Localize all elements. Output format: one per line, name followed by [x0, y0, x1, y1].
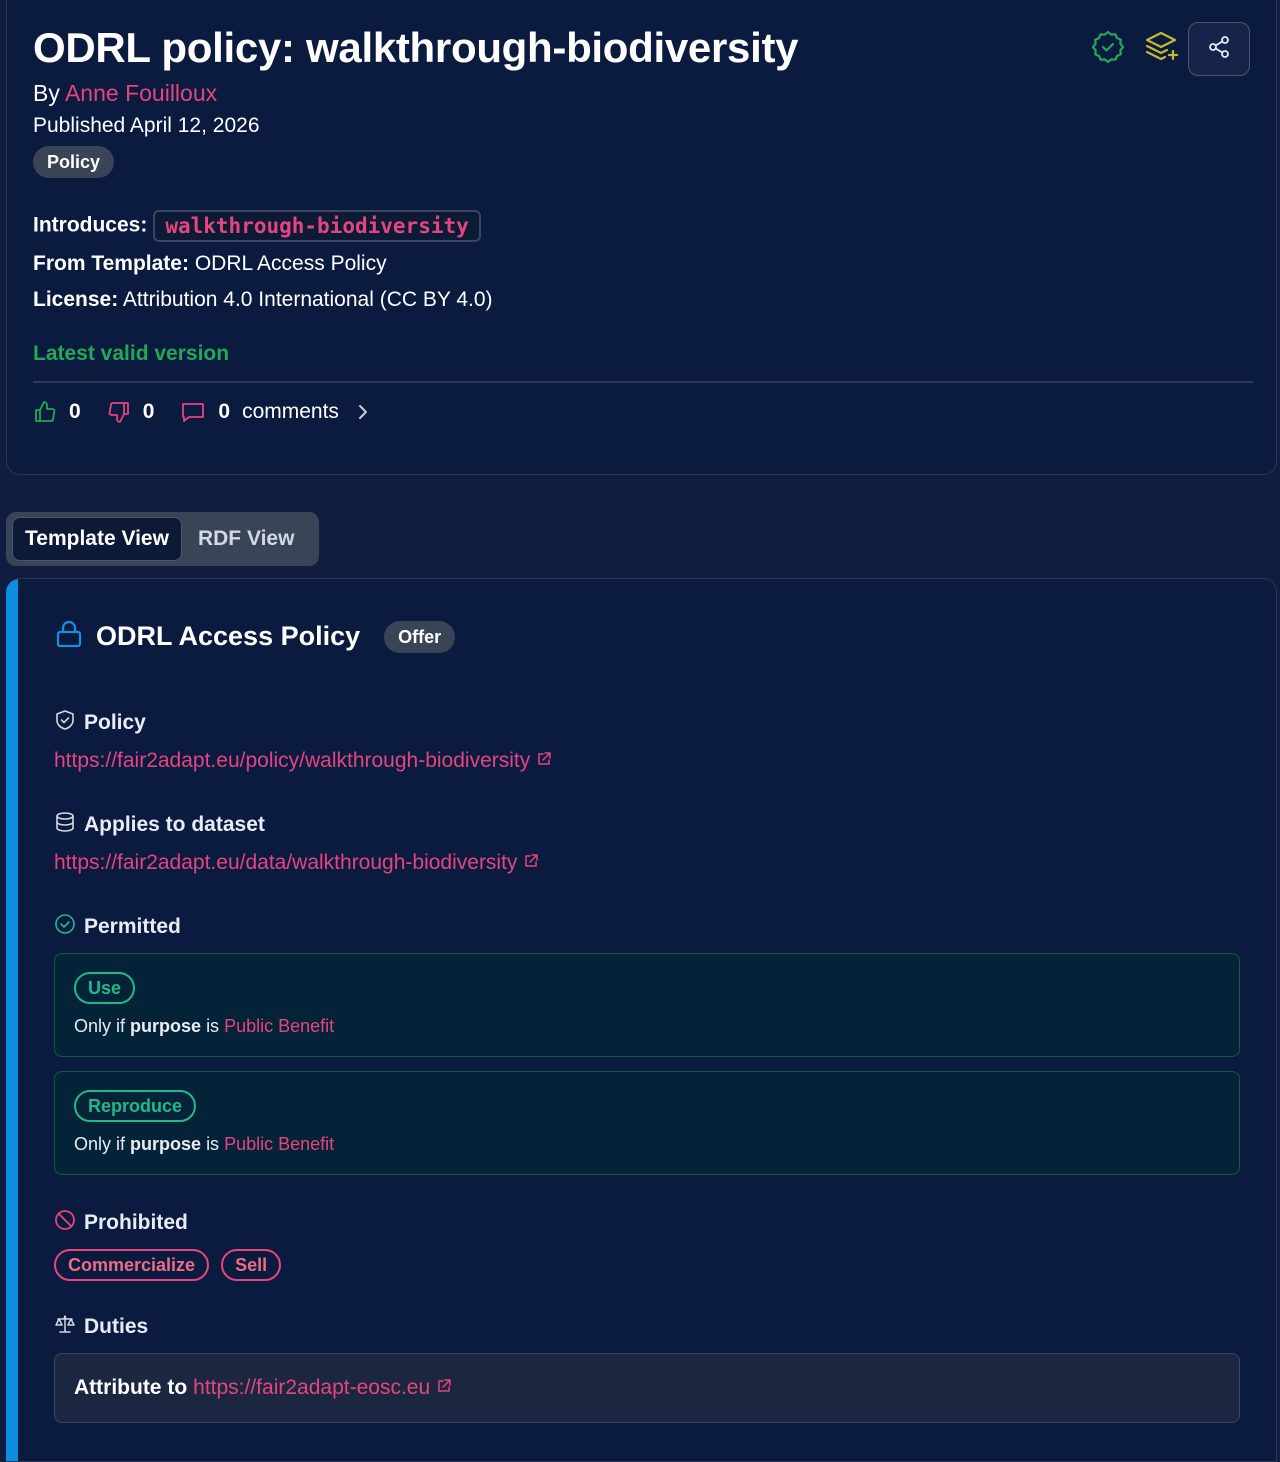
verified-badge-icon[interactable]: [1090, 29, 1126, 70]
reactions-bar: 0 0 0 comments: [33, 396, 369, 428]
view-tabs: Template View RDF View: [6, 512, 319, 566]
dataset-url-link[interactable]: https://fair2adapt.eu/data/walkthrough-b…: [54, 851, 539, 875]
permission-card: Use Only if purpose is Public Benefit: [54, 953, 1240, 1057]
permission-action-badge: Reproduce: [74, 1090, 197, 1122]
cond-key: purpose: [130, 1134, 202, 1154]
policy-section-heading: Policy: [54, 709, 146, 737]
lock-icon: [54, 619, 84, 654]
permitted-section-heading: Permitted: [54, 913, 181, 941]
permission-condition: Only if purpose is Public Benefit: [74, 1016, 334, 1037]
version-status: Latest valid version: [33, 342, 230, 365]
prohibition-badge: Commercialize: [54, 1249, 210, 1281]
prohibitions-list: Commercialize Sell: [54, 1249, 293, 1281]
thumbs-down-icon: [107, 400, 131, 424]
dataset-section-label: Applies to dataset: [84, 813, 265, 836]
introduces-label: Introduces:: [33, 213, 148, 237]
comment-icon: [180, 400, 206, 424]
prohibition-badge: Sell: [221, 1249, 282, 1281]
duties-section-heading: Duties: [54, 1313, 148, 1341]
scales-icon: [54, 1313, 84, 1341]
check-circle-icon: [54, 913, 84, 941]
share-icon: [1207, 35, 1231, 64]
duty-card: Attribute to https://fair2adapt-eosc.eu: [54, 1353, 1240, 1423]
external-link-icon: [530, 749, 552, 773]
comments-button[interactable]: 0 comments: [180, 400, 369, 424]
prohibited-section-label: Prohibited: [84, 1211, 188, 1234]
dislike-button[interactable]: 0: [107, 400, 155, 424]
external-link-icon: [430, 1376, 452, 1400]
dataset-url-text: https://fair2adapt.eu/data/walkthrough-b…: [54, 851, 518, 874]
shield-check-icon: [54, 709, 84, 737]
permitted-section-label: Permitted: [84, 915, 181, 938]
cond-prefix: Only if: [74, 1134, 126, 1154]
external-link-icon: [517, 851, 539, 875]
license-value: Attribution 4.0 International (CC BY 4.0…: [122, 288, 493, 311]
dislike-count: 0: [142, 400, 155, 423]
introduces-row: Introduces: walkthrough-biodiversity: [33, 210, 481, 242]
duties-section-label: Duties: [84, 1315, 149, 1338]
divider: [33, 381, 1253, 383]
policy-url-text: https://fair2adapt.eu/policy/walkthrough…: [54, 749, 531, 772]
cond-op: is: [206, 1134, 220, 1154]
like-count: 0: [69, 400, 81, 423]
license-row: License: Attribution 4.0 International (…: [33, 288, 493, 312]
comment-count: 0: [218, 400, 231, 423]
policy-kind-badge: Offer: [384, 620, 456, 653]
author-link[interactable]: Anne Fouilloux: [65, 80, 217, 106]
tab-rdf-view[interactable]: RDF View: [186, 517, 306, 561]
type-tag: Policy: [33, 146, 115, 178]
template-row: From Template: ODRL Access Policy: [33, 252, 387, 276]
license-label: License:: [33, 288, 119, 311]
introduces-value[interactable]: walkthrough-biodiversity: [153, 210, 481, 242]
byline: By Anne Fouilloux: [33, 80, 217, 107]
duty-url-text: https://fair2adapt-eosc.eu: [193, 1376, 431, 1399]
cond-value: Public Benefit: [224, 1016, 335, 1036]
cond-value: Public Benefit: [224, 1134, 335, 1154]
policy-url-link[interactable]: https://fair2adapt.eu/policy/walkthrough…: [54, 749, 552, 773]
tab-template-view[interactable]: Template View: [12, 517, 182, 561]
template-value: ODRL Access Policy: [194, 252, 387, 275]
cond-key: purpose: [130, 1016, 202, 1036]
by-prefix: By: [33, 80, 60, 106]
policy-card: ODRL Access Policy Offer Policy https://…: [6, 578, 1277, 1462]
chevron-right-icon: [357, 403, 369, 421]
cond-prefix: Only if: [74, 1016, 126, 1036]
permission-condition: Only if purpose is Public Benefit: [74, 1134, 334, 1155]
header-actions: [1090, 22, 1250, 76]
dataset-section-heading: Applies to dataset: [54, 811, 265, 839]
cond-op: is: [206, 1016, 220, 1036]
policy-section-label: Policy: [84, 711, 146, 734]
database-icon: [54, 811, 84, 839]
like-button[interactable]: 0: [33, 400, 81, 424]
published-date: Published April 12, 2026: [33, 114, 260, 137]
thumbs-up-icon: [33, 400, 57, 424]
header-card: ODRL policy: walkthrough-biodiversity By…: [6, 0, 1277, 475]
policy-name: ODRL Access Policy: [96, 621, 361, 651]
duty-url-link[interactable]: https://fair2adapt-eosc.eu: [193, 1376, 452, 1400]
add-layer-icon[interactable]: [1144, 29, 1180, 70]
comments-label: comments: [242, 400, 339, 423]
prohibited-icon: [54, 1209, 84, 1237]
accent-bar: [6, 579, 18, 1461]
permission-card: Reproduce Only if purpose is Public Bene…: [54, 1071, 1240, 1175]
policy-header: ODRL Access Policy Offer: [54, 619, 456, 654]
share-button[interactable]: [1188, 22, 1250, 76]
duty-text: Attribute to: [74, 1376, 188, 1399]
template-label: From Template:: [33, 252, 189, 275]
prohibited-section-heading: Prohibited: [54, 1209, 188, 1237]
permission-action-badge: Use: [74, 972, 136, 1004]
page-title: ODRL policy: walkthrough-biodiversity: [33, 24, 799, 71]
